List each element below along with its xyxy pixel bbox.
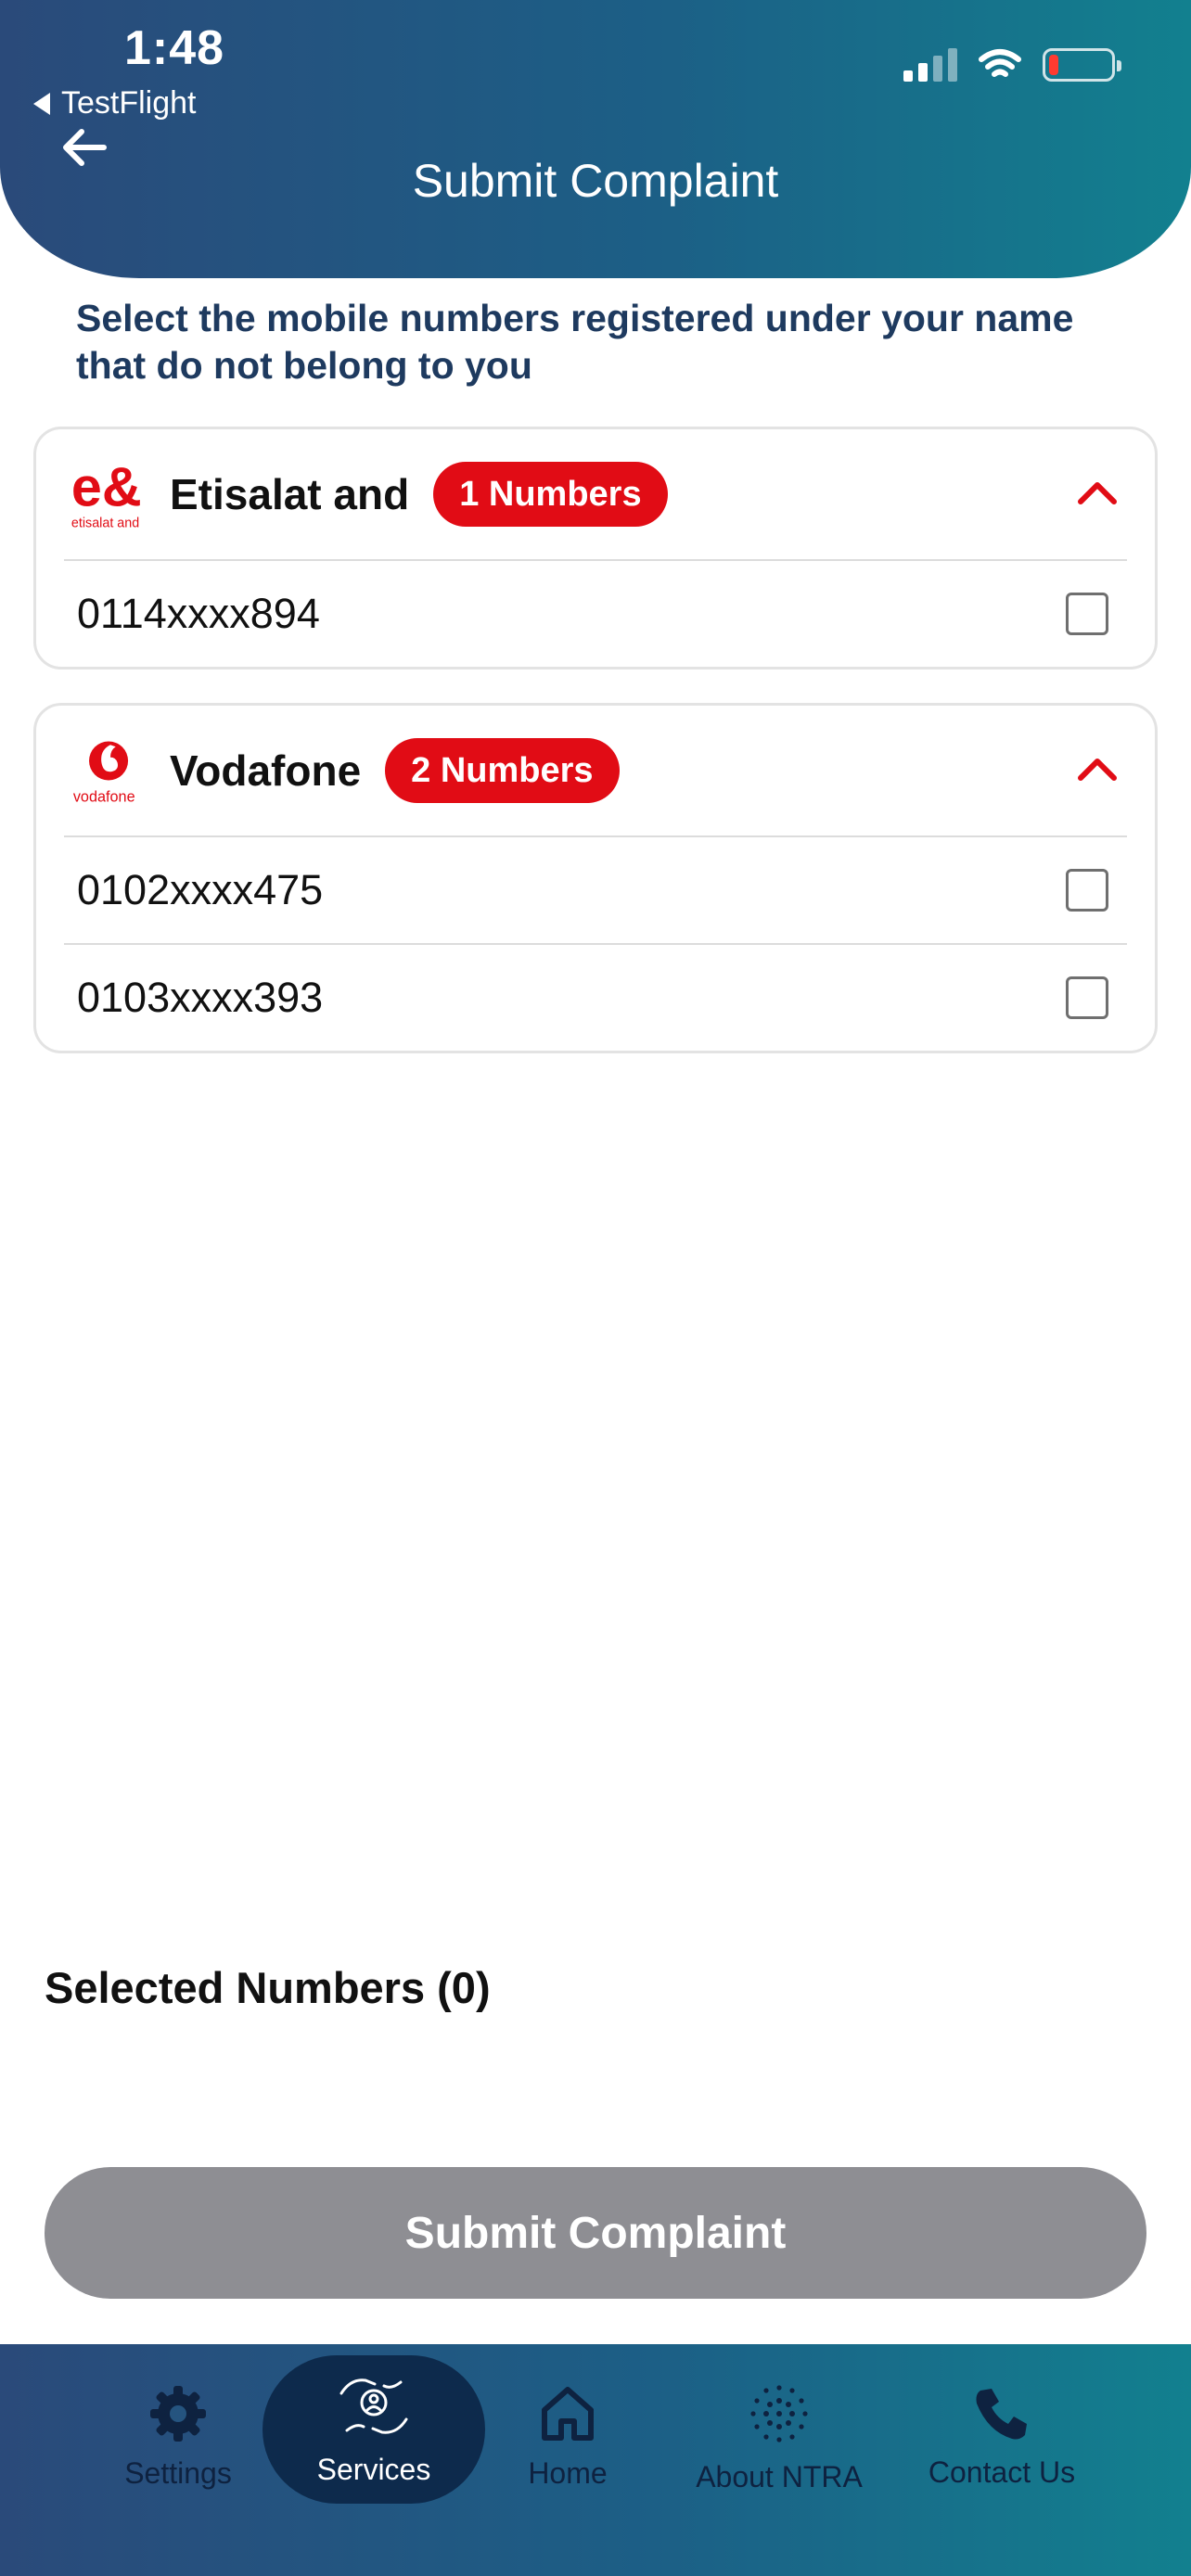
phone-icon: [976, 2388, 1027, 2439]
nav-label: Settings: [124, 2455, 232, 2490]
numbers-count-badge: 1 Numbers: [433, 462, 668, 527]
number-row[interactable]: 0103xxxx393: [64, 943, 1127, 1051]
chevron-up-icon[interactable]: [1077, 478, 1118, 505]
operator-name: Etisalat and: [170, 470, 410, 518]
testflight-label: TestFlight: [61, 85, 197, 121]
header: 1:48 TestFlight Submit Complaint: [0, 0, 1191, 278]
numbers-count-badge: 2 Numbers: [385, 738, 620, 803]
etisalat-logo-icon: e& etisalat and: [70, 454, 149, 534]
status-icons: [903, 48, 1121, 82]
operator-header-etisalat[interactable]: e& etisalat and Etisalat and 1 Numbers: [36, 429, 1155, 559]
svg-text:vodafone: vodafone: [73, 788, 135, 805]
ntra-logo-icon: [750, 2384, 808, 2442]
nav-item-contact-us[interactable]: Contact Us: [909, 2344, 1095, 2530]
svg-text:e&: e&: [71, 455, 142, 517]
number-checkbox[interactable]: [1066, 976, 1108, 1019]
nav-item-settings[interactable]: Settings: [104, 2344, 252, 2530]
vodafone-logo-icon: vodafone: [70, 731, 149, 810]
status-time: 1:48: [124, 21, 225, 75]
bottom-nav: Settings Services Home About NTRA Contac…: [0, 2344, 1191, 2576]
battery-icon: [1043, 48, 1121, 82]
operator-card-etisalat: e& etisalat and Etisalat and 1 Numbers 0…: [33, 427, 1158, 670]
operator-card-vodafone: vodafone Vodafone 2 Numbers 0102xxxx475 …: [33, 703, 1158, 1053]
number-checkbox[interactable]: [1066, 869, 1108, 912]
phone-number: 0114xxxx894: [77, 590, 320, 637]
operator-header-vodafone[interactable]: vodafone Vodafone 2 Numbers: [36, 706, 1155, 835]
back-to-testflight[interactable]: TestFlight: [33, 85, 197, 121]
number-row[interactable]: 0102xxxx475: [64, 835, 1127, 943]
operator-name: Vodafone: [170, 746, 362, 795]
phone-number: 0102xxxx475: [77, 866, 324, 913]
page-title: Submit Complaint: [412, 155, 779, 207]
instruction-text: Select the mobile numbers registered und…: [76, 297, 1074, 387]
gear-icon: [150, 2385, 206, 2442]
wifi-icon: [979, 49, 1021, 77]
cellular-signal-icon: [903, 48, 957, 82]
nav-label: Services: [316, 2452, 431, 2486]
svg-text:etisalat and: etisalat and: [71, 516, 139, 530]
back-triangle-icon: [33, 92, 50, 115]
nav-label: About NTRA: [696, 2459, 863, 2493]
home-icon: [542, 2386, 594, 2441]
nav-item-services[interactable]: Services: [263, 2355, 485, 2504]
nav-label: Contact Us: [928, 2455, 1076, 2489]
nav-item-home[interactable]: Home: [493, 2344, 642, 2530]
submit-complaint-button[interactable]: Submit Complaint: [45, 2167, 1146, 2299]
phone-number: 0103xxxx393: [77, 974, 324, 1021]
selected-numbers-count: Selected Numbers (0): [45, 1963, 491, 2012]
services-icon: [339, 2378, 408, 2434]
number-row[interactable]: 0114xxxx894: [64, 559, 1127, 667]
number-checkbox[interactable]: [1066, 593, 1108, 635]
nav-label: Home: [528, 2455, 608, 2490]
chevron-up-icon[interactable]: [1077, 754, 1118, 782]
nav-item-about-ntra[interactable]: About NTRA: [677, 2344, 881, 2530]
